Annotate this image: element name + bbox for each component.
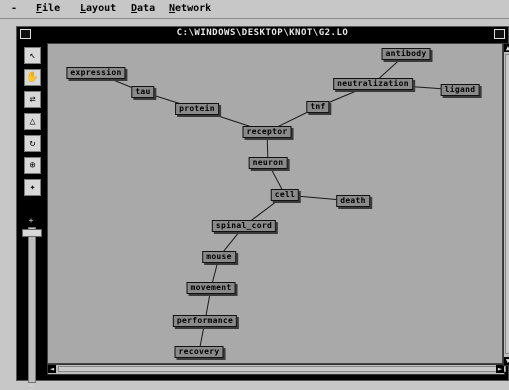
- zoom-slider-track[interactable]: [28, 227, 36, 383]
- menu-network[interactable]: Network: [169, 3, 211, 14]
- vertical-scroll-thumb[interactable]: [505, 54, 509, 354]
- node-expression[interactable]: expression: [66, 67, 126, 79]
- zoom-out-icon[interactable]: −: [25, 381, 37, 390]
- link-tool-icon[interactable]: ⇄: [24, 91, 41, 108]
- horizontal-scrollbar[interactable]: ◄ ►: [47, 364, 506, 375]
- vertical-scrollbar[interactable]: ▲ ▼: [503, 43, 509, 366]
- expand-tool-icon[interactable]: ✦: [24, 179, 41, 196]
- node-movement[interactable]: movement: [186, 282, 236, 294]
- center-tool-icon[interactable]: ⊕: [24, 157, 41, 174]
- triangle-tool-icon[interactable]: △: [24, 113, 41, 130]
- graph-window: C:\WINDOWS\DESKTOP\KNOT\G2.LO ↖ ✋ ⇄ △ ↻ …: [16, 26, 509, 390]
- scroll-down-icon[interactable]: ▼: [504, 357, 509, 365]
- zoom-slider-handle[interactable]: [22, 229, 42, 237]
- scroll-up-icon[interactable]: ▲: [504, 44, 509, 52]
- node-tnf[interactable]: tnf: [306, 101, 330, 113]
- node-protein[interactable]: protein: [175, 103, 219, 115]
- scroll-left-icon[interactable]: ◄: [48, 365, 56, 373]
- node-neuron[interactable]: neuron: [248, 157, 288, 169]
- rotate-tool-icon[interactable]: ↻: [24, 135, 41, 152]
- menu-data[interactable]: Data: [131, 3, 155, 14]
- node-neutralization[interactable]: neutralization: [333, 78, 413, 90]
- tool-palette: ↖ ✋ ⇄ △ ↻ ⊕ ✦ + −: [21, 43, 43, 390]
- node-performance[interactable]: performance: [172, 315, 238, 327]
- node-receptor[interactable]: receptor: [242, 126, 292, 138]
- node-recovery[interactable]: recovery: [174, 346, 224, 358]
- menu-file[interactable]: File: [36, 3, 60, 14]
- scroll-right-icon[interactable]: ►: [496, 365, 504, 373]
- horizontal-scroll-thumb[interactable]: [58, 366, 506, 372]
- node-spinal_cord[interactable]: spinal_cord: [211, 220, 277, 232]
- node-antibody[interactable]: antibody: [381, 48, 431, 60]
- node-tau[interactable]: tau: [131, 86, 155, 98]
- select-tool-icon[interactable]: ↖: [24, 47, 41, 64]
- node-ligand[interactable]: ligand: [440, 84, 480, 96]
- network-edges: [95, 53, 461, 353]
- window-maximize-icon[interactable]: [494, 29, 505, 39]
- node-mouse[interactable]: mouse: [202, 251, 236, 263]
- window-control-menu-icon[interactable]: [20, 29, 31, 39]
- window-titlebar[interactable]: C:\WINDOWS\DESKTOP\KNOT\G2.LO: [17, 27, 508, 40]
- window-title: C:\WINDOWS\DESKTOP\KNOT\G2.LO: [176, 28, 349, 38]
- network-canvas[interactable]: antibody expression neutralization ligand ta…: [47, 43, 503, 364]
- hand-tool-icon[interactable]: ✋: [24, 69, 41, 86]
- node-death[interactable]: death: [336, 195, 370, 207]
- system-menu-dash[interactable]: -: [11, 3, 17, 14]
- zoom-in-icon[interactable]: +: [25, 216, 37, 225]
- node-cell[interactable]: cell: [270, 189, 300, 201]
- menu-layout[interactable]: Layout: [80, 3, 116, 14]
- menu-bar: - File Layout Data Network: [0, 0, 509, 19]
